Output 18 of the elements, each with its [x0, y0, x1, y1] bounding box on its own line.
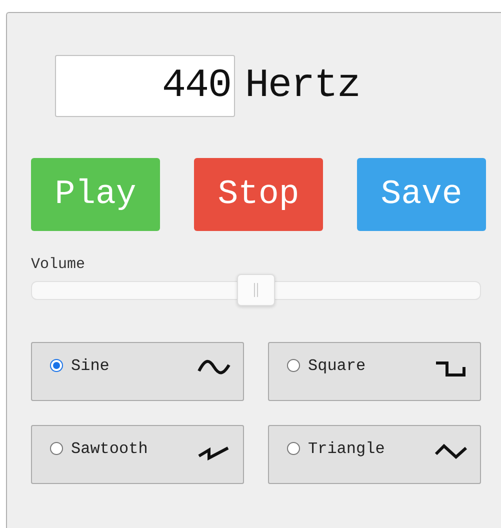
- radio-button[interactable]: [287, 442, 300, 455]
- frequency-field[interactable]: 440: [55, 55, 235, 117]
- waveform-option[interactable]: Sine: [31, 342, 244, 401]
- option-label: Sawtooth: [71, 440, 149, 458]
- radio-button[interactable]: [50, 442, 63, 455]
- option-label: Square: [308, 357, 367, 375]
- waveform-option[interactable]: Sawtooth: [31, 425, 244, 484]
- slider-thumb[interactable]: [237, 274, 275, 306]
- volume-label: Volume: [31, 256, 86, 273]
- stop-button[interactable]: Stop: [194, 158, 323, 231]
- unit-label: Hertz: [245, 64, 360, 108]
- volume-slider[interactable]: [31, 274, 481, 306]
- radio-button[interactable]: [50, 359, 63, 372]
- option-label: Sine: [71, 357, 110, 375]
- option-label: Triangle: [308, 440, 386, 458]
- waveform-option[interactable]: Square: [268, 342, 481, 401]
- waveform-option[interactable]: Triangle: [268, 425, 481, 484]
- radio-button[interactable]: [287, 359, 300, 372]
